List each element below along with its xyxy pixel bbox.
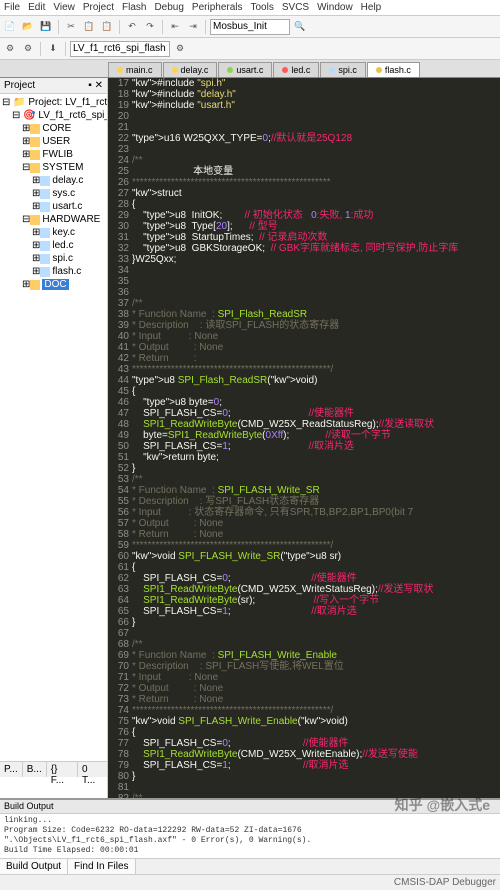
tree-group-FWLIB[interactable]: ⊞ FWLIB	[2, 148, 105, 161]
code-editor[interactable]: 17 18 19 20 21 22 23 24 25 26 27 28 29 3…	[108, 78, 500, 798]
find-input[interactable]	[210, 19, 290, 35]
new-icon[interactable]: 📄	[2, 19, 18, 35]
status-bar: CMSIS-DAP Debugger	[0, 874, 500, 890]
tree-root[interactable]: ⊟ 📁 Project: LV_f1_rct6_sp	[2, 96, 105, 109]
search-icon[interactable]: 🔍	[292, 19, 308, 35]
tree-target[interactable]: ⊟ 🎯 LV_f1_rct6_spi_fla	[2, 109, 105, 122]
menu-peripherals[interactable]: Peripherals	[192, 2, 243, 13]
cut-icon[interactable]: ✂	[63, 19, 79, 35]
sidebar-tab[interactable]: 0 T...	[78, 762, 108, 777]
tab-main-c[interactable]: main.c	[108, 62, 162, 77]
sidebar-tab[interactable]: B...	[23, 762, 47, 777]
copy-icon[interactable]: 📋	[81, 19, 97, 35]
tree-group-USER[interactable]: ⊞ USER	[2, 135, 105, 148]
menu-file[interactable]: File	[4, 2, 20, 13]
toolbar-2: ⚙ ⚙ ⬇ ⚙	[0, 38, 500, 60]
paste-icon[interactable]: 📋	[99, 19, 115, 35]
tree-group-HARDWARE[interactable]: ⊟ HARDWARE	[2, 213, 105, 226]
tree-file-usart-c[interactable]: ⊞ usart.c	[2, 200, 105, 213]
toolbar-1: 📄 📂 💾 ✂ 📋 📋 ↶ ↷ ⇤ ⇥ 🔍	[0, 16, 500, 38]
watermark: 知乎 @嵌入式e	[395, 795, 490, 815]
indent-icon[interactable]: ⇤	[167, 19, 183, 35]
menu-debug[interactable]: Debug	[154, 2, 183, 13]
project-sidebar: Project ▪ ✕ ⊟ 📁 Project: LV_f1_rct6_sp⊟ 🎯…	[0, 78, 108, 798]
tab-spi-c[interactable]: spi.c	[320, 62, 366, 77]
tree-file-sys-c[interactable]: ⊞ sys.c	[2, 187, 105, 200]
save-icon[interactable]: 💾	[38, 19, 54, 35]
build-output-text[interactable]: linking...Program Size: Code=6232 RO-dat…	[0, 814, 500, 858]
build-tabs: Build OutputFind In Files	[0, 858, 500, 874]
undo-icon[interactable]: ↶	[124, 19, 140, 35]
options-icon[interactable]: ⚙	[172, 41, 188, 57]
tree-file-spi-c[interactable]: ⊞ spi.c	[2, 252, 105, 265]
menu-edit[interactable]: Edit	[28, 2, 45, 13]
menu-bar: File Edit View Project Flash Debug Peripherals…	[0, 0, 500, 16]
outdent-icon[interactable]: ⇥	[185, 19, 201, 35]
tree-group-CORE[interactable]: ⊞ CORE	[2, 122, 105, 135]
tab-led-c[interactable]: led.c	[273, 62, 319, 77]
rebuild-icon[interactable]: ⚙	[20, 41, 36, 57]
sidebar-pin-icon[interactable]: ▪ ✕	[88, 80, 103, 91]
tree-group-DOC[interactable]: ⊞ DOC	[2, 278, 105, 291]
menu-tools[interactable]: Tools	[251, 2, 274, 13]
tree-file-led-c[interactable]: ⊞ led.c	[2, 239, 105, 252]
editor-tabs: main.cdelay.cusart.cled.cspi.cflash.c	[0, 60, 500, 78]
sidebar-tab[interactable]: P...	[0, 762, 23, 777]
menu-flash[interactable]: Flash	[122, 2, 146, 13]
menu-svcs[interactable]: SVCS	[282, 2, 309, 13]
tab-flash-c[interactable]: flash.c	[367, 62, 420, 77]
menu-project[interactable]: Project	[83, 2, 114, 13]
tree-file-delay-c[interactable]: ⊞ delay.c	[2, 174, 105, 187]
build-tab-0[interactable]: Build Output	[0, 859, 68, 874]
sidebar-title: Project	[4, 80, 35, 91]
build-icon[interactable]: ⚙	[2, 41, 18, 57]
tree-file-key-c[interactable]: ⊞ key.c	[2, 226, 105, 239]
redo-icon[interactable]: ↷	[142, 19, 158, 35]
open-icon[interactable]: 📂	[20, 19, 36, 35]
project-tree[interactable]: ⊟ 📁 Project: LV_f1_rct6_sp⊟ 🎯 LV_f1_rct6…	[0, 94, 107, 293]
target-select[interactable]	[70, 41, 170, 57]
menu-view[interactable]: View	[53, 2, 75, 13]
sidebar-tab[interactable]: {} F...	[47, 762, 78, 777]
tab-usart-c[interactable]: usart.c	[218, 62, 272, 77]
build-tab-1[interactable]: Find In Files	[68, 859, 135, 874]
tree-group-SYSTEM[interactable]: ⊟ SYSTEM	[2, 161, 105, 174]
menu-window[interactable]: Window	[317, 2, 353, 13]
download-icon[interactable]: ⬇	[45, 41, 61, 57]
tab-delay-c[interactable]: delay.c	[163, 62, 218, 77]
tree-file-flash-c[interactable]: ⊞ flash.c	[2, 265, 105, 278]
menu-help[interactable]: Help	[361, 2, 382, 13]
